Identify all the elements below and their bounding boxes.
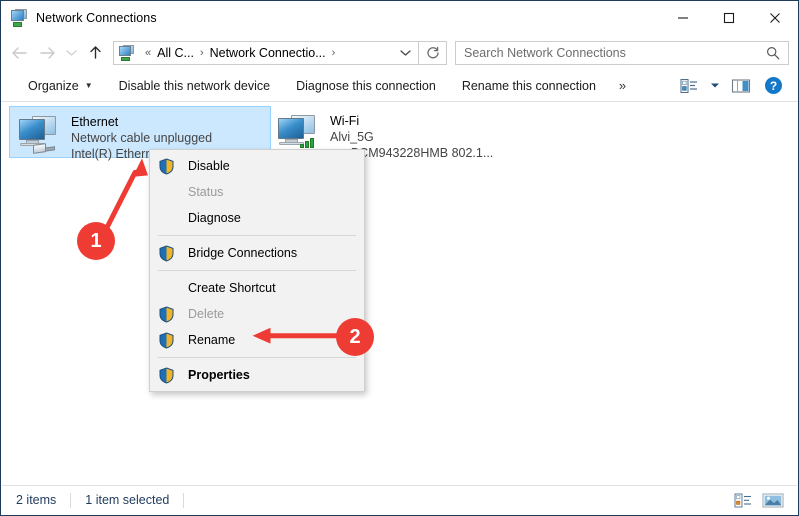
context-menu-label-diagnose: Diagnose [188, 211, 241, 225]
context-menu: Disable Status Diagnose Bridge Connectio… [149, 149, 365, 392]
toolbar-overflow-button[interactable]: » [609, 78, 636, 93]
network-connections-window: Network Connections [0, 0, 799, 516]
svg-text:?: ? [769, 79, 776, 93]
preview-pane-icon[interactable] [726, 73, 756, 99]
network-connections-icon [10, 9, 28, 27]
shield-icon [158, 158, 175, 175]
window-controls [660, 1, 798, 35]
search-input[interactable]: Search Network Connections [455, 41, 789, 65]
breadcrumb-item-1[interactable]: Network Connectio... [208, 46, 328, 60]
context-menu-item-delete: Delete [150, 301, 364, 327]
organize-label: Organize [28, 79, 79, 93]
context-menu-separator-2 [158, 270, 356, 271]
context-menu-label-status: Status [188, 185, 223, 199]
context-menu-separator-1 [158, 235, 356, 236]
breadcrumb-overflow[interactable]: « [141, 47, 155, 59]
close-button[interactable] [752, 1, 798, 35]
breadcrumb-separator-0[interactable]: › [196, 47, 208, 59]
view-options-icon[interactable] [674, 73, 704, 99]
large-icons-view-icon[interactable] [761, 490, 785, 510]
shield-icon [158, 332, 175, 349]
search-placeholder: Search Network Connections [456, 46, 766, 60]
ethernet-status: Network cable unplugged [71, 130, 212, 146]
wifi-status: Alvi_5G [330, 129, 493, 145]
refresh-icon[interactable] [419, 41, 447, 65]
shield-icon [158, 245, 175, 262]
context-menu-label-create-shortcut: Create Shortcut [188, 281, 276, 295]
context-menu-label-bridge-connections: Bridge Connections [188, 246, 297, 260]
context-menu-item-rename[interactable]: Rename [150, 327, 364, 353]
context-menu-label-disable: Disable [188, 159, 230, 173]
context-menu-item-properties[interactable]: Properties [150, 362, 364, 388]
view-options-dropdown-icon[interactable] [706, 73, 724, 99]
title-bar: Network Connections [1, 1, 798, 35]
disable-network-device-button[interactable]: Disable this network device [106, 74, 283, 98]
context-menu-separator-3 [158, 357, 356, 358]
item-count-label: 2 items [16, 493, 70, 507]
status-divider-2 [183, 493, 184, 508]
context-menu-label-rename: Rename [188, 333, 235, 347]
address-bar-row: « All C... › Network Connectio... › Sear… [1, 35, 798, 70]
view-toggle-group [731, 490, 797, 510]
recent-locations-icon[interactable] [61, 39, 81, 67]
address-dropdown-icon[interactable] [392, 42, 418, 64]
connections-list: Ethernet Network cable unplugged Intel(R… [2, 103, 797, 485]
context-menu-label-properties: Properties [188, 368, 250, 382]
annotation-marker-2: 2 [336, 318, 374, 356]
ethernet-adapter-icon [16, 113, 64, 157]
context-menu-label-delete: Delete [188, 307, 224, 321]
rename-connection-button[interactable]: Rename this connection [449, 74, 609, 98]
window-title: Network Connections [36, 11, 157, 25]
ethernet-name: Ethernet [71, 114, 212, 130]
context-menu-item-disable[interactable]: Disable [150, 153, 364, 179]
diagnose-connection-button[interactable]: Diagnose this connection [283, 74, 449, 98]
help-icon[interactable]: ? [758, 73, 788, 99]
forward-arrow-icon[interactable] [33, 39, 61, 67]
context-menu-item-create-shortcut[interactable]: Create Shortcut [150, 275, 364, 301]
context-menu-item-status: Status [150, 179, 364, 205]
organize-button[interactable]: Organize ▼ [15, 74, 106, 98]
status-divider-1 [70, 493, 71, 508]
chevron-down-icon: ▼ [85, 81, 93, 90]
minimize-button[interactable] [660, 1, 706, 35]
breadcrumb-network-icon [119, 45, 135, 61]
back-arrow-icon[interactable] [5, 39, 33, 67]
status-bar: 2 items 1 item selected [2, 485, 797, 514]
context-menu-item-bridge-connections[interactable]: Bridge Connections [150, 240, 364, 266]
selection-label: 1 item selected [85, 493, 183, 507]
shield-icon [158, 306, 175, 323]
search-icon[interactable] [766, 46, 788, 60]
address-breadcrumb-bar[interactable]: « All C... › Network Connectio... › [113, 41, 419, 65]
maximize-button[interactable] [706, 1, 752, 35]
toolbar-right-group: ? [674, 73, 798, 99]
annotation-marker-1: 1 [77, 222, 115, 260]
command-toolbar: Organize ▼ Disable this network device D… [1, 70, 798, 102]
details-view-icon[interactable] [731, 490, 755, 510]
breadcrumb-item-0[interactable]: All C... [155, 46, 196, 60]
shield-icon [158, 367, 175, 384]
up-arrow-icon[interactable] [81, 39, 109, 67]
context-menu-item-diagnose[interactable]: Diagnose [150, 205, 364, 231]
wifi-name: Wi-Fi [330, 113, 493, 129]
breadcrumb-separator-1[interactable]: › [328, 47, 340, 59]
